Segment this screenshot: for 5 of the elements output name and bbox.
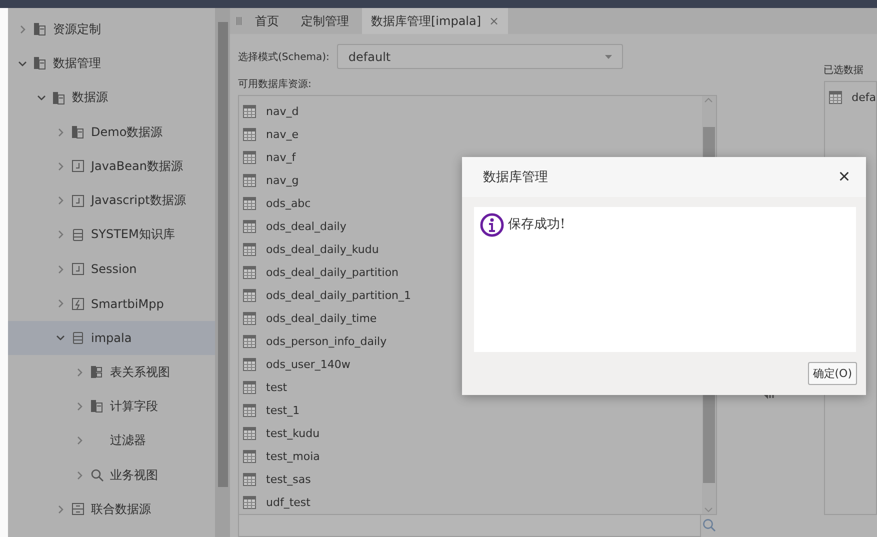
selected-resources-label: 已选数据 bbox=[824, 64, 865, 77]
available-resources-label: 可用数据库资源: bbox=[238, 78, 312, 91]
dialog-message: 保存成功! bbox=[508, 216, 566, 233]
dialog-title: 数据库管理 bbox=[483, 169, 548, 186]
schema-label: 选择模式(Schema): bbox=[238, 50, 330, 64]
